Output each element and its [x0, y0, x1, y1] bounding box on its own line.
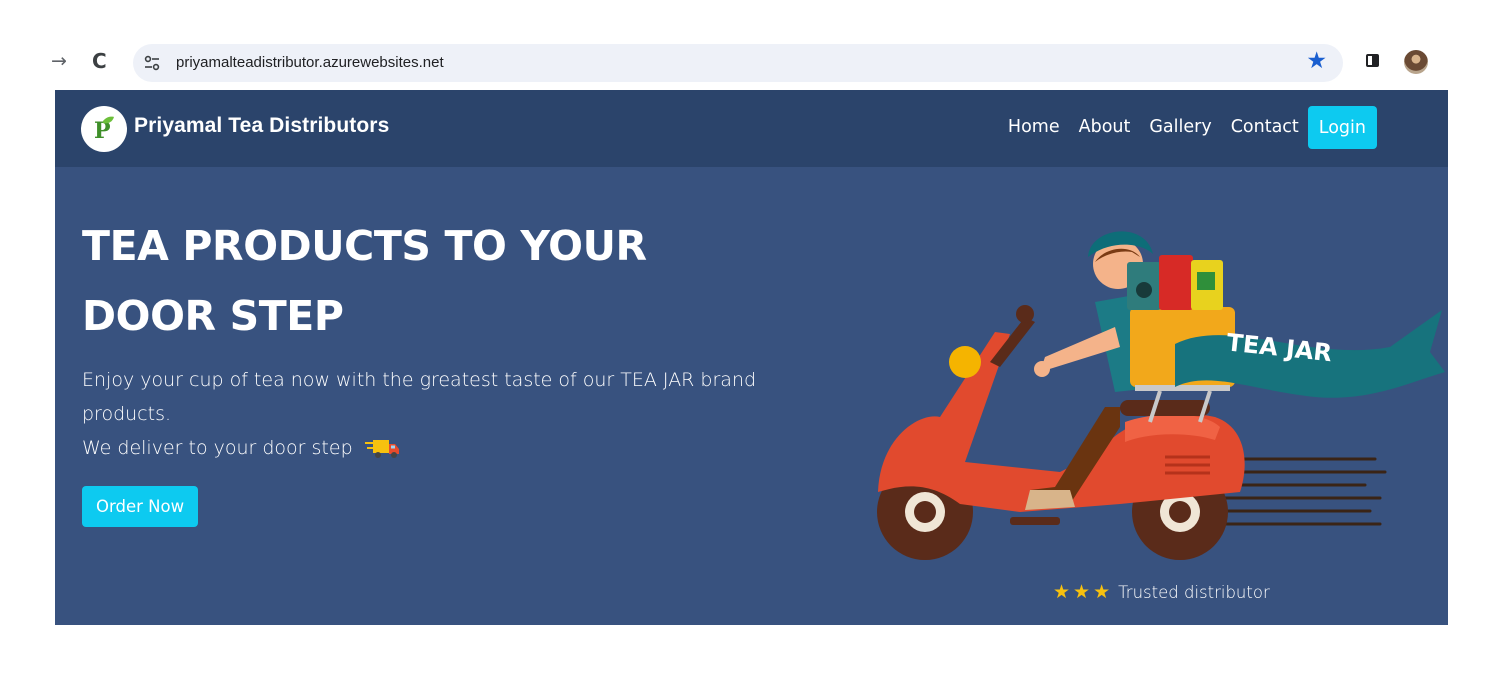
reload-icon[interactable]: C — [92, 49, 107, 73]
nav-about[interactable]: About — [1079, 103, 1131, 151]
hero-heading: TEA PRODUCTS TO YOUR DOOR STEP — [82, 211, 732, 351]
hero-heading-line2: DOOR STEP — [82, 292, 344, 340]
site-info-icon[interactable] — [143, 54, 161, 72]
tea-pack-red — [1159, 255, 1193, 310]
scooter-seat — [1120, 400, 1210, 416]
nav-home[interactable]: Home — [1008, 103, 1060, 151]
trust-badge: ★ ★ ★ Trusted distributor — [1053, 581, 1270, 603]
login-button[interactable]: Login — [1307, 105, 1377, 149]
brand-logo[interactable]: P — [81, 106, 127, 152]
main-nav: Home About Gallery Contact Login — [989, 103, 1377, 151]
browser-toolbar: → C priyamalteadistributor.azurewebsites… — [0, 40, 1504, 86]
star-icon: ★ — [1073, 581, 1091, 603]
trust-text: Trusted distributor — [1118, 582, 1270, 602]
forward-arrow-icon[interactable]: → — [51, 50, 67, 72]
star-icon: ★ — [1053, 581, 1071, 603]
hero-heading-line1: TEA PRODUCTS TO YOUR — [82, 222, 647, 270]
address-bar[interactable]: priyamalteadistributor.azurewebsites.net… — [133, 44, 1343, 82]
star-icon: ★ — [1093, 581, 1111, 603]
headlight — [949, 346, 981, 378]
brand-name[interactable]: Priyamal Tea Distributors — [134, 114, 389, 138]
tea-leaf-logo-icon: P — [94, 116, 114, 144]
hero-line1: Enjoy your cup of tea now with the great… — [82, 369, 757, 425]
hero-description: Enjoy your cup of tea now with the great… — [82, 363, 802, 465]
bookmark-star-icon[interactable]: ★ — [1306, 48, 1327, 74]
nav-contact[interactable]: Contact — [1231, 103, 1299, 151]
hero-line2: We deliver to your door step — [82, 437, 353, 459]
delivery-scooter-illustration: TEA JAR — [877, 231, 1445, 560]
order-now-button[interactable]: Order Now — [82, 486, 199, 527]
site-navbar: P Priyamal Tea Distributors Home About G… — [55, 90, 1448, 167]
delivery-truck-icon — [364, 439, 399, 458]
url-text[interactable]: priyamalteadistributor.azurewebsites.net — [176, 54, 444, 71]
hero-section: TEA PRODUCTS TO YOUR DOOR STEP Enjoy you… — [55, 167, 1448, 625]
side-panel-icon[interactable] — [1366, 54, 1379, 67]
nav-gallery[interactable]: Gallery — [1149, 103, 1211, 151]
profile-avatar[interactable] — [1404, 50, 1428, 74]
rider-arm — [1040, 327, 1120, 372]
